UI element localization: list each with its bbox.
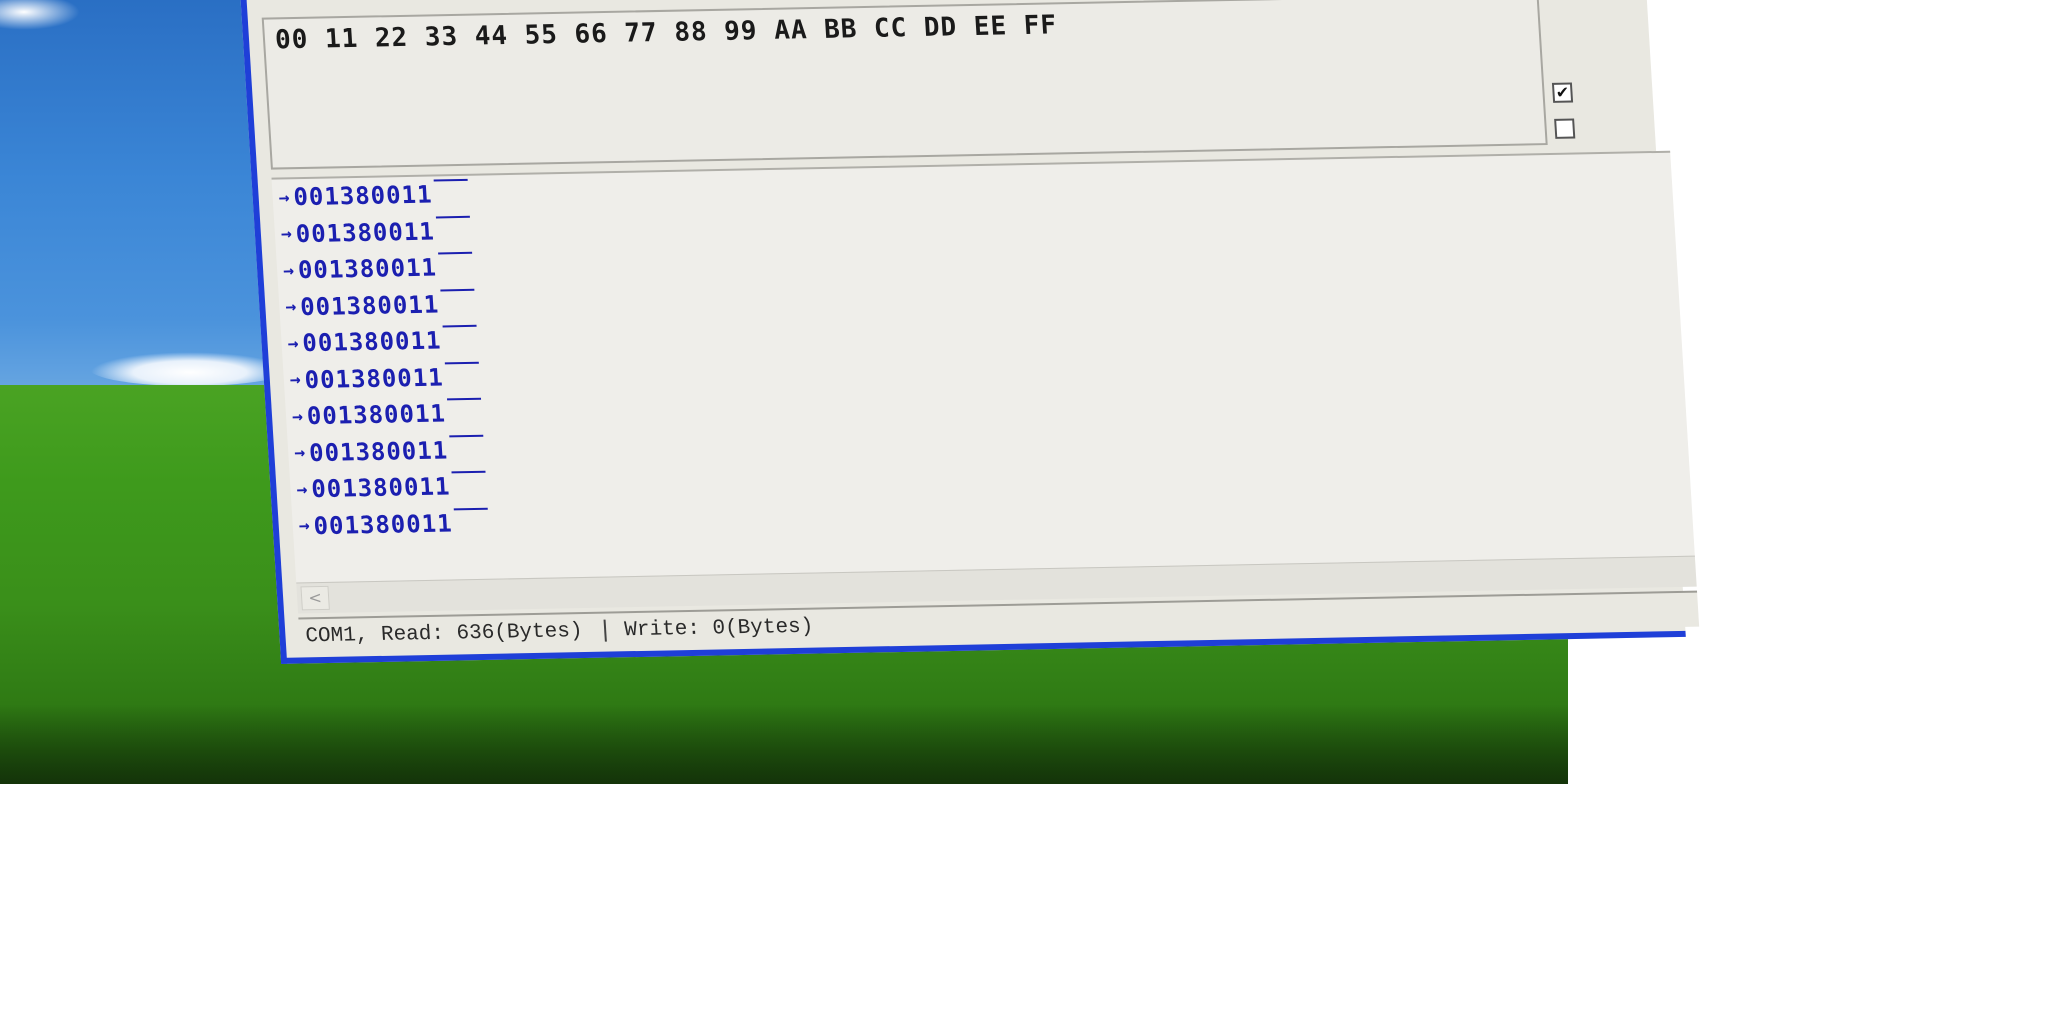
read-status: COM1, Read: 636(Bytes) [304,619,584,648]
rx-arrow-icon: → [282,259,295,282]
rx-arrow-icon: → [289,369,302,391]
wallpaper-cloud [90,352,290,386]
line-end-mark [440,288,475,292]
received-data-text: 001380011 [310,472,452,504]
received-data-text: 001380011 [299,290,440,321]
line-end-mark [442,325,477,328]
wallpaper-cloud [0,0,80,30]
received-data-text: 001380011 [312,509,454,540]
write-status: Write: 0(Bytes) [623,615,814,642]
line-end-mark [433,179,468,182]
rx-arrow-icon: → [291,405,304,428]
received-data-text: 001380011 [308,436,449,467]
line-end-mark [435,215,470,219]
wallpaper-shadow [0,704,1568,784]
status-separator [603,619,608,642]
rx-arrow-icon: → [293,442,306,464]
rx-arrow-icon: → [286,332,300,355]
rx-arrow-icon: → [280,223,293,245]
scroll-left-button[interactable]: < [300,585,330,611]
rx-arrow-icon: → [284,296,297,318]
received-data-text: 001380011 [301,326,443,358]
line-end-mark [451,471,486,474]
send-data-text: 00 11 22 33 44 55 66 77 88 99 AA BB CC D… [274,10,1058,56]
option-checkbox-unchecked[interactable] [1554,118,1576,139]
rx-arrow-icon: → [295,478,309,501]
line-end-mark [444,361,479,365]
receive-data-area[interactable]: → 001380011 → 001380011 → 001380011 → 001380011… [271,150,1695,585]
received-data-text: 001380011 [303,363,445,394]
line-end-mark [446,398,481,401]
received-data-text: 001380011 [294,217,436,248]
line-end-mark [453,507,488,511]
received-data-text: 001380011 [297,253,438,285]
rx-arrow-icon: → [298,515,311,537]
line-end-mark [437,252,473,255]
option-checkbox-checked[interactable]: ✔ [1551,82,1574,103]
serial-terminal-window: 00 11 22 33 44 55 66 77 88 99 AA BB CC D… [240,0,1700,664]
send-data-textbox[interactable]: 00 11 22 33 44 55 66 77 88 99 AA BB CC D… [261,0,1548,170]
received-data-text: 001380011 [292,180,434,212]
line-end-mark [449,434,484,438]
received-data-text: 001380011 [306,399,447,431]
rx-arrow-icon: → [278,187,291,209]
